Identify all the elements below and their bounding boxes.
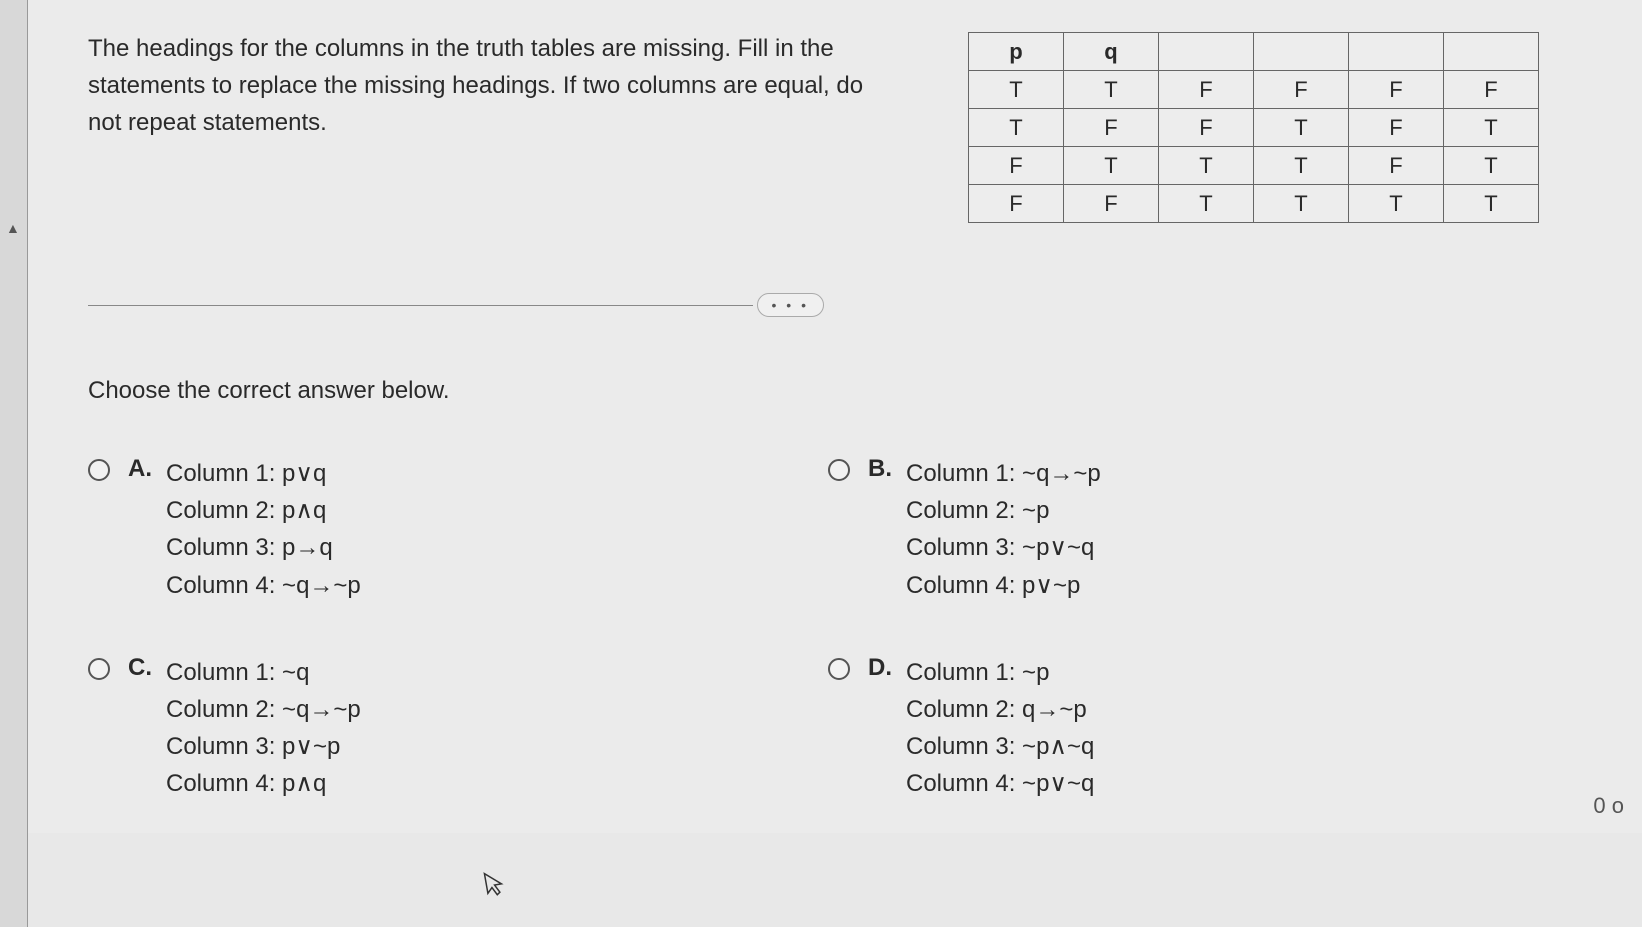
line: Column 3: p∨~p xyxy=(166,728,361,765)
table-header-row: p q xyxy=(969,33,1539,71)
choice-B[interactable]: B. Column 1: ~q→~p Column 2: ~p Column 3… xyxy=(828,455,1528,604)
cell: T xyxy=(1444,185,1539,223)
radio-B[interactable] xyxy=(828,459,850,481)
answer-choices: A. Column 1: p∨q Column 2: p∧q Column 3:… xyxy=(88,455,1602,803)
line: Column 1: ~q xyxy=(166,654,361,691)
cell: T xyxy=(969,71,1064,109)
header-col4 xyxy=(1254,33,1349,71)
line: Column 3: p→q xyxy=(166,529,361,566)
cell: T xyxy=(1444,109,1539,147)
header-col5 xyxy=(1349,33,1444,71)
lines-C: Column 1: ~q Column 2: ~q→~p Column 3: p… xyxy=(166,654,361,803)
radio-A[interactable] xyxy=(88,459,110,481)
choice-A[interactable]: A. Column 1: p∨q Column 2: p∧q Column 3:… xyxy=(88,455,788,604)
cell: T xyxy=(1064,71,1159,109)
cell: T xyxy=(1254,147,1349,185)
choice-C[interactable]: C. Column 1: ~q Column 2: ~q→~p Column 3… xyxy=(88,654,788,803)
cell: T xyxy=(1254,109,1349,147)
cell: F xyxy=(1064,109,1159,147)
line: Column 1: p∨q xyxy=(166,455,361,492)
line: Column 2: ~p xyxy=(906,492,1101,529)
line: Column 1: ~q→~p xyxy=(906,455,1101,492)
radio-D[interactable] xyxy=(828,658,850,680)
line: Column 4: ~p∨~q xyxy=(906,765,1094,802)
choose-prompt: Choose the correct answer below. xyxy=(88,377,1602,405)
cell: F xyxy=(1349,71,1444,109)
letter-D: D. xyxy=(868,654,896,682)
cell: T xyxy=(1159,185,1254,223)
letter-A: A. xyxy=(128,455,156,483)
line: Column 1: ~p xyxy=(906,654,1094,691)
divider: • • • xyxy=(88,293,828,317)
table-row: F T T T F T xyxy=(969,147,1539,185)
cell: T xyxy=(1349,185,1444,223)
lines-A: Column 1: p∨q Column 2: p∧q Column 3: p→… xyxy=(166,455,361,604)
table-row: F F T T T T xyxy=(969,185,1539,223)
more-button[interactable]: • • • xyxy=(757,293,824,317)
footer-text: 0 o xyxy=(1593,793,1624,819)
line: Column 2: q→~p xyxy=(906,691,1094,728)
letter-B: B. xyxy=(868,455,896,483)
question-text: The headings for the columns in the trut… xyxy=(88,30,868,142)
line: Column 3: ~p∧~q xyxy=(906,728,1094,765)
line: Column 2: ~q→~p xyxy=(166,691,361,728)
question-row: The headings for the columns in the trut… xyxy=(88,30,1602,223)
table-row: T T F F F F xyxy=(969,71,1539,109)
header-p: p xyxy=(969,33,1064,71)
cell: F xyxy=(1159,109,1254,147)
header-col3 xyxy=(1159,33,1254,71)
cell: T xyxy=(1064,147,1159,185)
cell: T xyxy=(1444,147,1539,185)
choice-D[interactable]: D. Column 1: ~p Column 2: q→~p Column 3:… xyxy=(828,654,1528,803)
cell: F xyxy=(1349,109,1444,147)
lines-D: Column 1: ~p Column 2: q→~p Column 3: ~p… xyxy=(906,654,1094,803)
header-col6 xyxy=(1444,33,1539,71)
radio-C[interactable] xyxy=(88,658,110,680)
main-content: The headings for the columns in the trut… xyxy=(28,0,1642,833)
cell: F xyxy=(1159,71,1254,109)
line: Column 3: ~p∨~q xyxy=(906,529,1101,566)
lines-B: Column 1: ~q→~p Column 2: ~p Column 3: ~… xyxy=(906,455,1101,604)
left-sidebar: ▲ xyxy=(0,0,28,927)
letter-C: C. xyxy=(128,654,156,682)
header-q: q xyxy=(1064,33,1159,71)
cell: F xyxy=(1064,185,1159,223)
cell: T xyxy=(969,109,1064,147)
truth-table: p q T T F F F F T F F T F T xyxy=(968,32,1539,223)
table-row: T F F T F T xyxy=(969,109,1539,147)
cell: F xyxy=(1444,71,1539,109)
cell: F xyxy=(969,185,1064,223)
cell: F xyxy=(1254,71,1349,109)
cell: T xyxy=(1159,147,1254,185)
cell: F xyxy=(1349,147,1444,185)
scroll-up-icon[interactable]: ▲ xyxy=(6,220,22,236)
cell: F xyxy=(969,147,1064,185)
line: Column 4: p∧q xyxy=(166,765,361,802)
line: Column 4: p∨~p xyxy=(906,567,1101,604)
cursor-icon xyxy=(482,869,508,907)
line: Column 2: p∧q xyxy=(166,492,361,529)
hr-line xyxy=(88,305,753,306)
line: Column 4: ~q→~p xyxy=(166,567,361,604)
cell: T xyxy=(1254,185,1349,223)
